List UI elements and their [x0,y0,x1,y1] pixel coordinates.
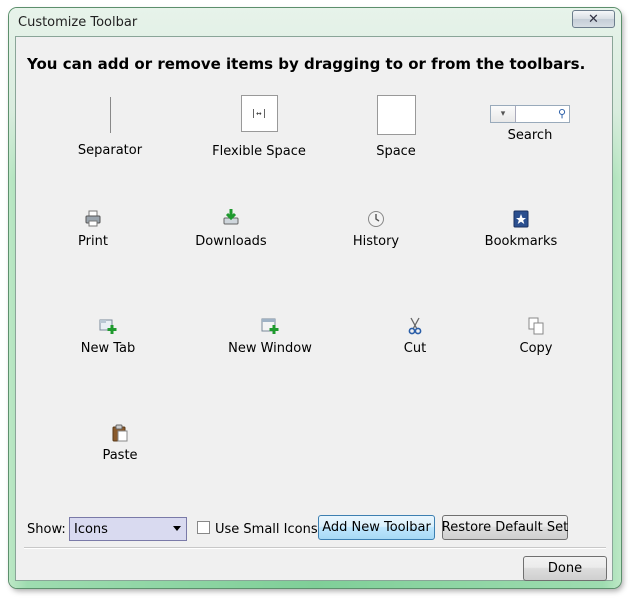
flexible-space-icon: |↔| [240,95,278,132]
palette-item-label: New Window [228,341,312,356]
palette-item-label: Downloads [195,234,267,249]
clipboard-icon [112,424,128,442]
palette-item-new-tab[interactable]: New Tab [38,317,178,361]
bookmark-star-icon [513,210,529,228]
new-tab-icon [99,319,117,334]
restore-default-set-button[interactable]: Restore Default Set [442,515,568,540]
separator-icon [109,97,111,133]
palette-item-downloads[interactable]: Downloads [161,208,301,254]
copy-icon [528,317,544,335]
magnifier-icon: ⚲ [557,107,566,120]
palette-item-label: Flexible Space [212,144,306,159]
palette-item-space[interactable]: Space [326,95,466,159]
palette-item-search[interactable]: ▾ ⚲ Search [460,105,600,151]
dialog-divider [24,547,606,549]
palette-item-separator[interactable]: Separator [40,97,180,159]
small-icons-label[interactable]: Use Small Icons [215,522,318,537]
small-icons-checkbox[interactable] [197,521,210,534]
search-box-icon: ▾ ⚲ [490,105,570,123]
instruction-heading: You can add or remove items by dragging … [27,55,586,73]
download-icon [223,209,239,225]
palette-item-history[interactable]: History [306,210,446,254]
scissors-icon [408,317,422,335]
palette-item-label: Paste [102,448,138,463]
palette-item-bookmarks[interactable]: Bookmarks [451,210,591,254]
palette-item-label: Cut [403,341,427,356]
palette-item-label: Print [78,234,108,249]
clock-icon [368,211,384,227]
palette-item-print[interactable]: Print [23,210,163,254]
dialog-client-area: You can add or remove items by dragging … [15,36,613,581]
palette-item-label: History [352,234,400,249]
close-button[interactable]: ✕ [572,10,615,28]
new-window-icon [261,318,279,334]
show-dropdown-value: Icons [74,521,108,537]
palette-item-new-window[interactable]: New Window [200,317,340,361]
palette-item-label: Search [507,128,553,143]
add-new-toolbar-button[interactable]: Add New Toolbar [318,515,435,540]
chevron-down-icon [173,526,181,531]
palette-item-paste[interactable]: Paste [50,424,190,468]
close-icon: ✕ [588,11,599,27]
printer-icon [85,210,101,227]
done-button[interactable]: Done [523,556,607,581]
palette-item-label: New Tab [80,341,136,356]
palette-item-cut[interactable]: Cut [345,317,485,361]
palette-item-label: Separator [77,143,143,158]
palette-item-copy[interactable]: Copy [466,317,606,361]
palette-item-label: Bookmarks [484,234,558,249]
show-dropdown[interactable]: Icons [69,517,187,541]
show-label: Show: [27,522,66,537]
window-title: Customize Toolbar [18,15,138,30]
window-frame: Customize Toolbar ✕ You can add or remov… [9,8,621,588]
space-icon [376,95,416,135]
palette-item-label: Space [376,144,416,159]
palette-item-flexible-space[interactable]: |↔| Flexible Space [189,95,329,159]
palette-item-label: Copy [519,341,553,356]
